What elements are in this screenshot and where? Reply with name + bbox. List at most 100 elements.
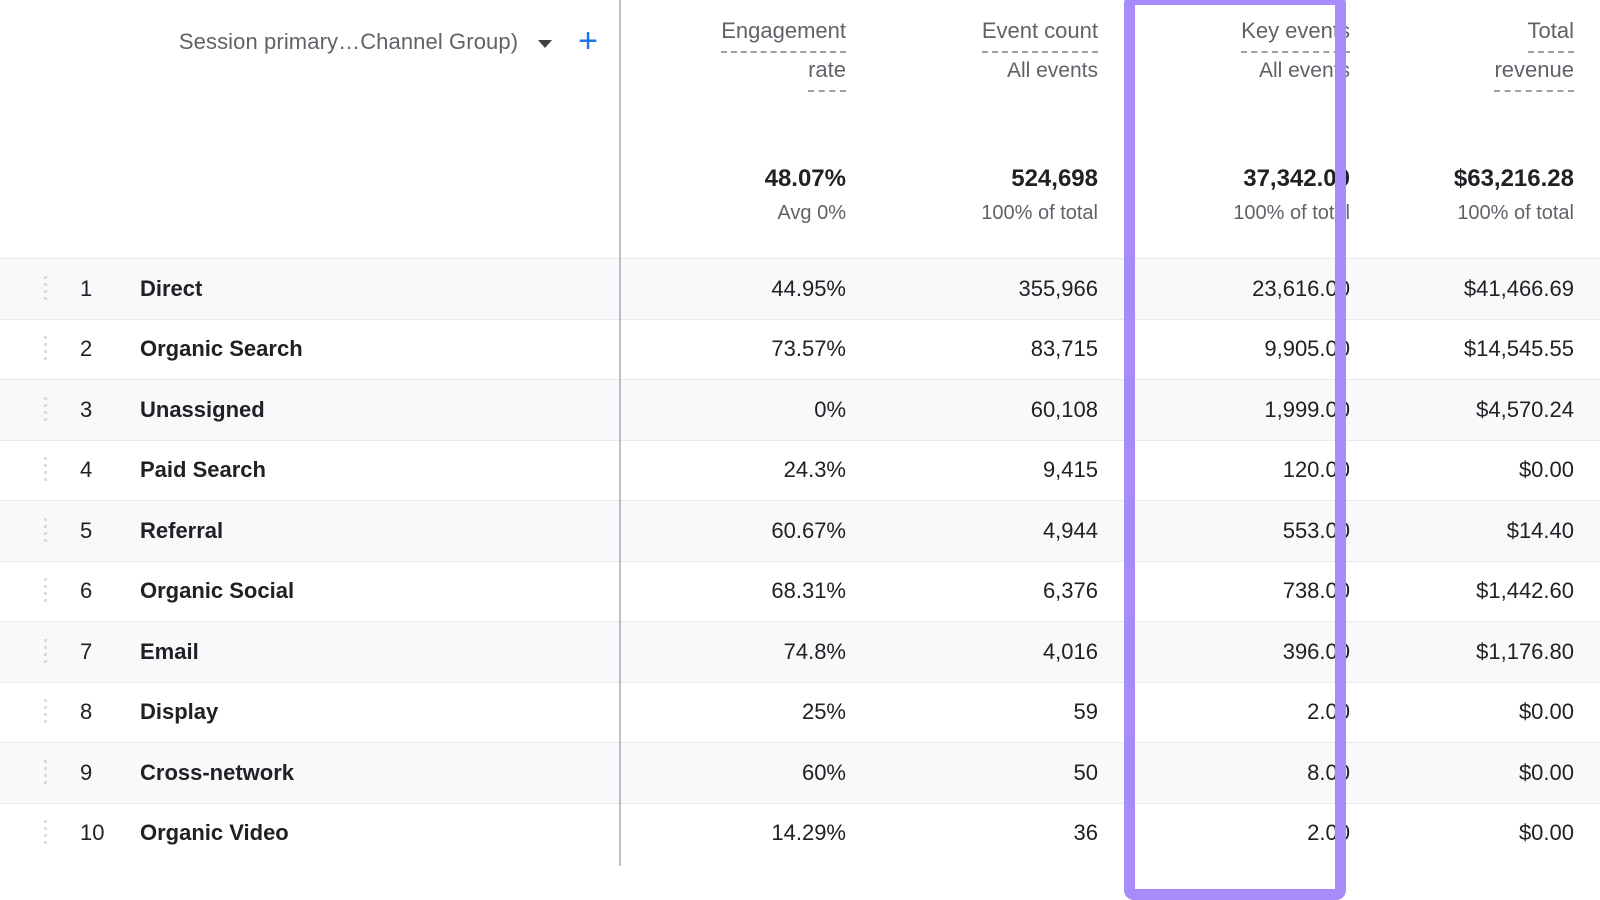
table-body: 1Direct44.95%355,96623,616.00$41,466.692… [0,258,1600,863]
table-row[interactable]: 2Organic Search73.57%83,7159,905.00$14,5… [0,319,1600,380]
column-header-title-line1: Key events [1241,14,1350,53]
table-row[interactable]: 1Direct44.95%355,96623,616.00$41,466.69 [0,258,1600,319]
row-dimension-value[interactable]: Cross-network [140,760,620,786]
row-total-revenue: $14.40 [1376,518,1600,544]
drag-dots-icon [44,276,47,302]
row-drag-handle-icon[interactable] [0,562,48,622]
row-total-revenue: $1,176.80 [1376,639,1600,665]
row-index: 5 [48,518,140,544]
row-key-events: 8.00 [1124,760,1376,786]
header-cell-row: Session primary…Channel Group) + Engagem… [0,0,1600,110]
column-header-subtitle[interactable]: All events [1259,53,1350,89]
row-drag-handle-icon[interactable] [0,683,48,743]
row-drag-handle-icon[interactable] [0,501,48,561]
row-total-revenue: $41,466.69 [1376,276,1600,302]
column-header-total-revenue[interactable]: Total revenue [1376,14,1600,92]
row-event-count: 4,016 [872,639,1124,665]
row-index: 6 [48,578,140,604]
row-key-events: 1,999.00 [1124,397,1376,423]
column-header-title-line2: revenue [1494,53,1574,92]
dimension-column-header[interactable]: Session primary…Channel Group) + [0,14,620,70]
row-dimension-value[interactable]: Email [140,639,620,665]
table-row[interactable]: 4Paid Search24.3%9,415120.00$0.00 [0,440,1600,501]
row-index: 7 [48,639,140,665]
drag-dots-icon [44,639,47,665]
row-total-revenue: $0.00 [1376,820,1600,846]
row-event-count: 50 [872,760,1124,786]
column-header-title-line1: Event count [982,14,1098,53]
row-drag-handle-icon[interactable] [0,441,48,501]
totals-value: 37,342.00 [1124,162,1350,196]
totals-cell-total-revenue: $63,216.28 100% of total [1376,162,1600,230]
column-header-subtitle[interactable]: All events [1007,53,1098,89]
totals-value: 48.07% [620,162,846,196]
row-event-count: 83,715 [872,336,1124,362]
row-dimension-value[interactable]: Organic Social [140,578,620,604]
plus-icon[interactable]: + [578,28,598,54]
totals-value: $63,216.28 [1376,162,1574,196]
row-dimension-value[interactable]: Organic Search [140,336,620,362]
dimension-header-label: Session primary…Channel Group) [179,29,518,55]
column-header-title-line2: rate [808,53,846,92]
row-key-events: 23,616.00 [1124,276,1376,302]
row-key-events: 9,905.00 [1124,336,1376,362]
row-dimension-value[interactable]: Referral [140,518,620,544]
row-key-events: 738.00 [1124,578,1376,604]
table-row[interactable]: 10Organic Video14.29%362.00$0.00 [0,803,1600,864]
row-key-events: 396.00 [1124,639,1376,665]
table-row[interactable]: 6Organic Social68.31%6,376738.00$1,442.6… [0,561,1600,622]
drag-dots-icon [44,518,47,544]
row-total-revenue: $0.00 [1376,760,1600,786]
column-header-event-count[interactable]: Event count All events [872,14,1124,89]
row-drag-handle-icon[interactable] [0,320,48,380]
row-key-events: 2.00 [1124,820,1376,846]
row-drag-handle-icon[interactable] [0,743,48,803]
row-drag-handle-icon[interactable] [0,380,48,440]
row-event-count: 59 [872,699,1124,725]
row-event-count: 60,108 [872,397,1124,423]
column-header-engagement-rate[interactable]: Engagement rate [620,14,872,92]
row-engagement-rate: 0% [620,397,872,423]
table-header: Session primary…Channel Group) + Engagem… [0,0,1600,258]
row-total-revenue: $14,545.55 [1376,336,1600,362]
row-total-revenue: $1,442.60 [1376,578,1600,604]
table-row[interactable]: 3Unassigned0%60,1081,999.00$4,570.24 [0,379,1600,440]
table-row[interactable]: 9Cross-network60%508.00$0.00 [0,742,1600,803]
row-drag-handle-icon[interactable] [0,259,48,319]
row-engagement-rate: 14.29% [620,820,872,846]
row-dimension-value[interactable]: Organic Video [140,820,620,846]
row-total-revenue: $0.00 [1376,699,1600,725]
table-row[interactable]: 7Email74.8%4,016396.00$1,176.80 [0,621,1600,682]
totals-cell-event-count: 524,698 100% of total [872,162,1124,230]
column-header-title-line1: Total [1528,14,1574,53]
drag-dots-icon [44,336,47,362]
row-dimension-value[interactable]: Paid Search [140,457,620,483]
row-total-revenue: $0.00 [1376,457,1600,483]
row-dimension-value[interactable]: Display [140,699,620,725]
totals-value: 524,698 [872,162,1098,196]
table-row[interactable]: 5Referral60.67%4,944553.00$14.40 [0,500,1600,561]
totals-subtext: Avg 0% [620,196,846,230]
row-drag-handle-icon[interactable] [0,804,48,864]
row-engagement-rate: 44.95% [620,276,872,302]
row-index: 9 [48,760,140,786]
column-header-key-events[interactable]: Key events All events [1124,14,1376,89]
row-dimension-value[interactable]: Unassigned [140,397,620,423]
row-dimension-value[interactable]: Direct [140,276,620,302]
analytics-data-table: Session primary…Channel Group) + Engagem… [0,0,1600,894]
chevron-down-icon[interactable] [538,40,552,48]
row-event-count: 6,376 [872,578,1124,604]
totals-subtext: 100% of total [1376,196,1574,230]
totals-subtext: 100% of total [872,196,1098,230]
row-key-events: 2.00 [1124,699,1376,725]
row-index: 10 [48,820,140,846]
row-total-revenue: $4,570.24 [1376,397,1600,423]
drag-dots-icon [44,760,47,786]
row-index: 2 [48,336,140,362]
row-drag-handle-icon[interactable] [0,622,48,682]
row-event-count: 4,944 [872,518,1124,544]
row-key-events: 553.00 [1124,518,1376,544]
table-row[interactable]: 8Display25%592.00$0.00 [0,682,1600,743]
totals-row: 48.07% Avg 0% 524,698 100% of total 37,3… [0,162,1600,258]
row-event-count: 355,966 [872,276,1124,302]
